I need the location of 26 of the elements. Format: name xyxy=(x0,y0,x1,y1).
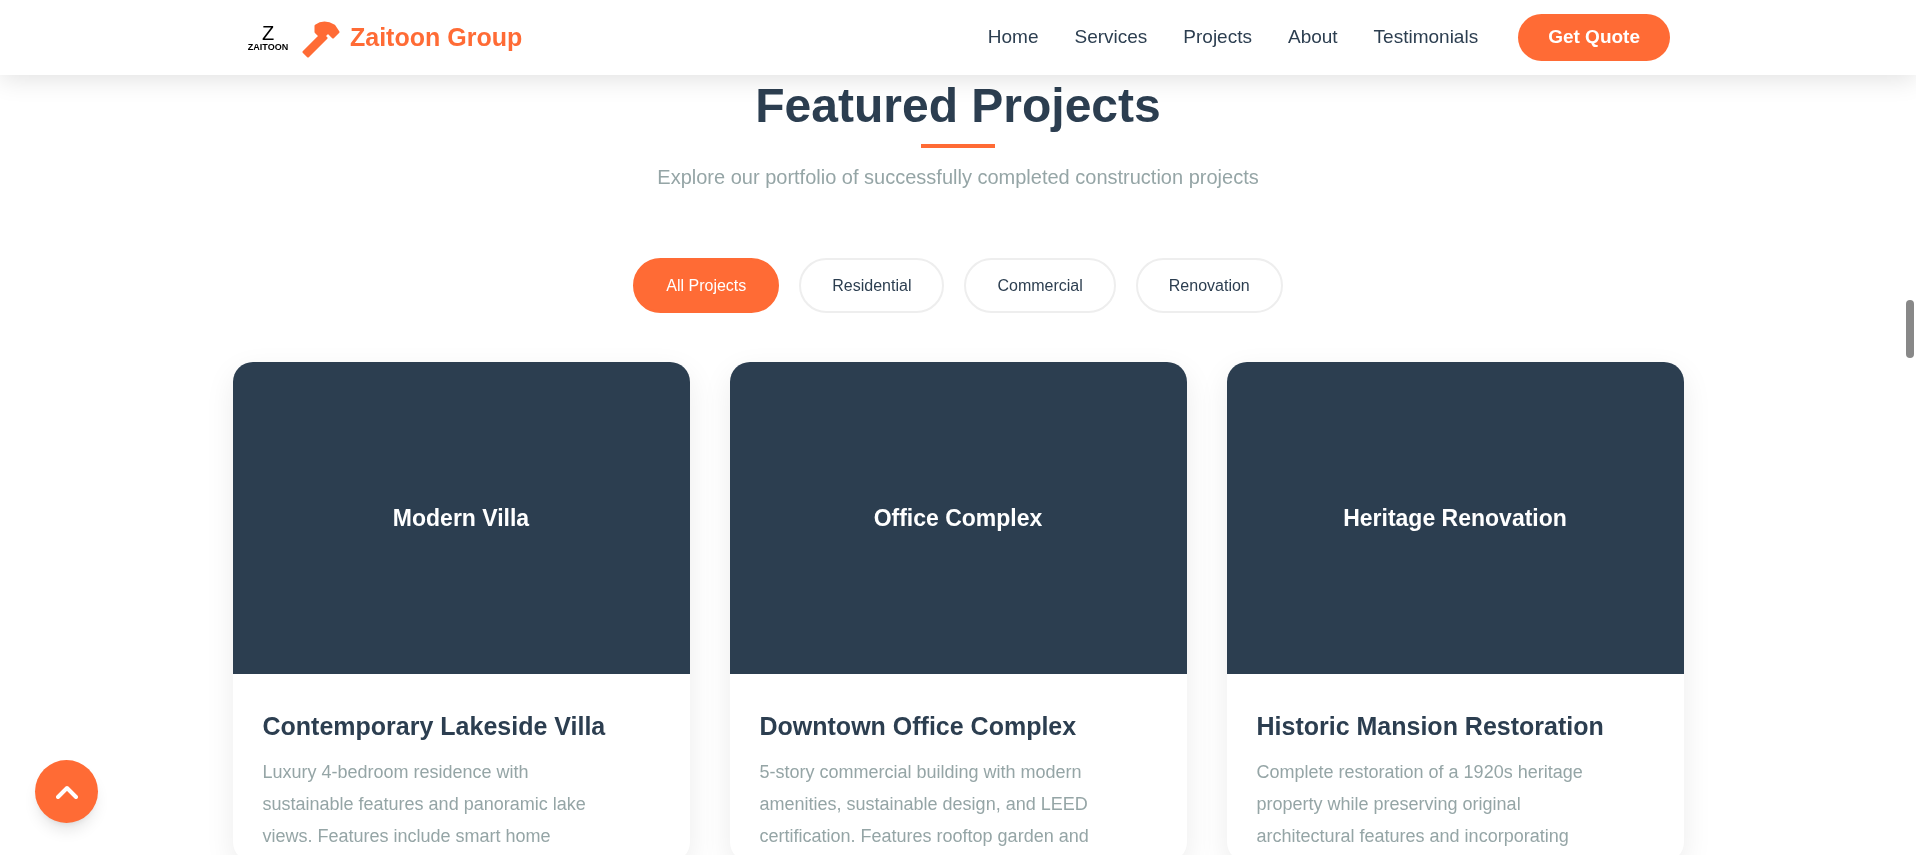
filter-tab[interactable]: Residential xyxy=(799,258,945,313)
project-card[interactable]: Heritage Renovation Historic Mansion Restoration Complete restoration of a 1920s heritage property while preserving original architectural features and incorporating xyxy=(1226,362,1684,855)
filter-tab[interactable]: Commercial xyxy=(964,258,1116,313)
image-label: Office Complex xyxy=(873,503,1043,533)
logo-icon: Z ZAITOON xyxy=(246,23,290,52)
nav-link[interactable]: Projects xyxy=(1183,23,1252,52)
project-description: Complete restoration of a 1920s heritage property while preserving original architectural features and incorporating xyxy=(1256,761,1584,848)
scrollbar-thumb[interactable] xyxy=(1906,300,1914,358)
scroll-to-top-button[interactable] xyxy=(35,760,98,823)
image-label: Heritage Renovation xyxy=(1343,503,1567,533)
nav-link[interactable]: About xyxy=(1287,23,1338,52)
project-description: 5-story commercial building with modern amenities, sustainable design, and LEED certification. Features rooftop garden and xyxy=(759,761,1090,848)
filter-tab[interactable]: Renovation xyxy=(1135,258,1283,313)
section-subtitle: Explore our portfolio of successfully completed construction projects xyxy=(657,165,1259,190)
nav-link[interactable]: Home xyxy=(987,23,1039,52)
chevron-up-icon xyxy=(55,784,78,799)
project-card[interactable]: Office Complex Downtown Office Complex 5-story commercial building with modern amenities, sustainable design, and LEED certification. Features rooftop garden and xyxy=(729,362,1187,855)
image-label: Modern Villa xyxy=(392,503,530,533)
nav-link[interactable]: Testimonials xyxy=(1373,23,1479,52)
project-card[interactable]: Modern Villa Contemporary Lakeside Villa Luxury 4-bedroom residence with sustainable features and panoramic lake views. Features include smart home xyxy=(232,362,690,855)
section-title: Featured Projects xyxy=(755,78,1161,134)
project-description: Luxury 4-bedroom residence with sustainable features and panoramic lake views. Features include smart home xyxy=(262,761,587,848)
project-title: Downtown Office Complex xyxy=(759,711,1078,742)
project-title: Historic Mansion Restoration xyxy=(1256,711,1605,742)
project-title: Contemporary Lakeside Villa xyxy=(262,711,607,742)
nav-link[interactable]: Services xyxy=(1074,23,1148,52)
